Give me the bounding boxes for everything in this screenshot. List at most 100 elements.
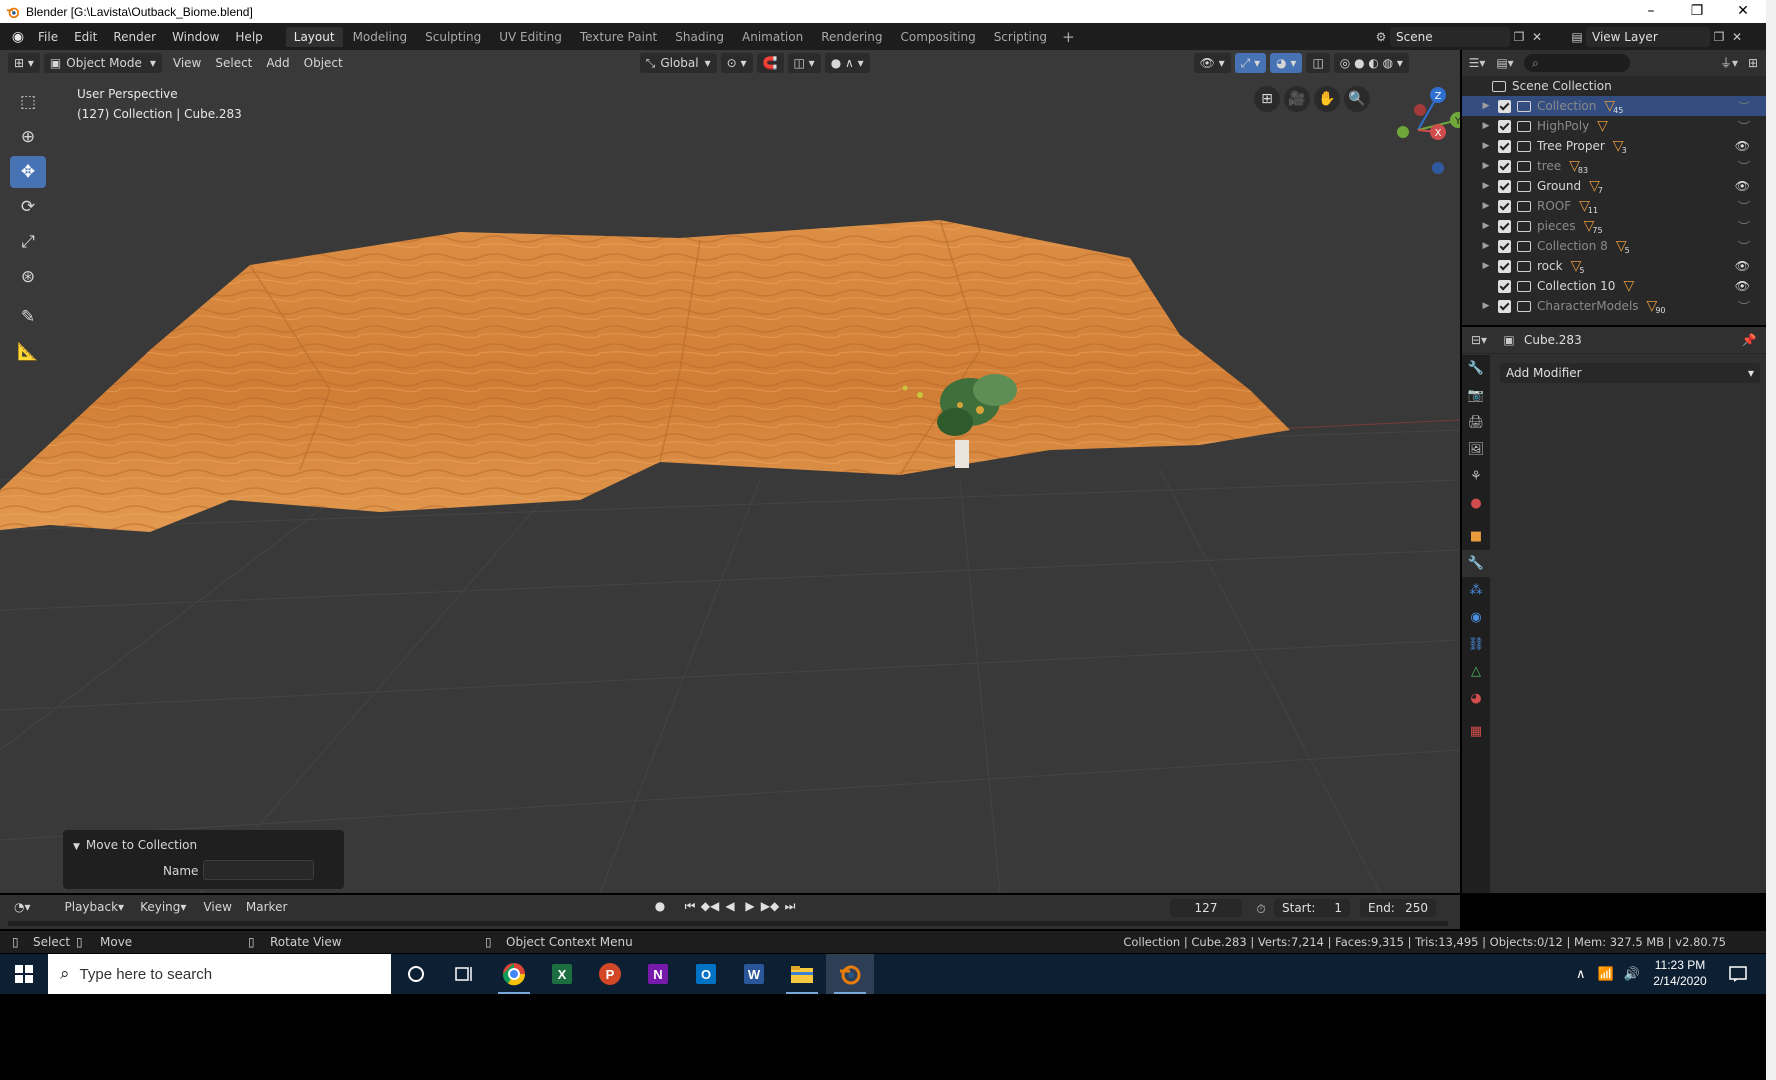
scene-tab-icon[interactable]: ⚘ xyxy=(1462,463,1490,490)
excel-icon[interactable]: X xyxy=(538,954,586,994)
transform-orientation-dropdown[interactable]: ⤡ Global ▾ xyxy=(639,53,717,73)
volume-icon[interactable]: 🔊 xyxy=(1624,967,1640,982)
timeline-scrubber[interactable] xyxy=(8,921,1448,926)
exclude-checkbox[interactable] xyxy=(1498,279,1511,293)
tab-layout[interactable]: Layout xyxy=(285,26,343,47)
outliner-row[interactable]: ▶ CharacterModels ▽ 90 ︶ xyxy=(1462,296,1766,316)
outliner-row[interactable]: ▶ ROOF ▽ 11 ︶ xyxy=(1462,196,1766,216)
blender-taskbar-icon[interactable] xyxy=(826,954,874,994)
exclude-checkbox[interactable] xyxy=(1498,199,1511,213)
menu-edit[interactable]: Edit xyxy=(66,30,105,44)
shading-modes[interactable]: ◎ ● ◐ ◍ ▾ xyxy=(1333,53,1409,73)
tray-chevron-icon[interactable]: ∧ xyxy=(1576,967,1586,982)
tab-scripting[interactable]: Scripting xyxy=(986,27,1055,47)
outliner-row[interactable]: ▶ Collection ▽ 45 ︶ xyxy=(1462,96,1766,116)
onenote-icon[interactable]: N xyxy=(634,954,682,994)
3d-viewport[interactable]: ⊞ ▾ ▣ Object Mode ▾ View Select Add Object… xyxy=(0,50,1460,893)
menu-view[interactable]: View xyxy=(166,56,208,70)
menu-window[interactable]: Window xyxy=(164,30,227,44)
tab-rendering[interactable]: Rendering xyxy=(813,27,890,47)
play-icon[interactable]: ▶ xyxy=(740,899,760,914)
view-layer-field[interactable]: View Layer xyxy=(1586,26,1710,47)
new-scene-icon[interactable]: ❐ xyxy=(1510,28,1528,46)
new-collection-icon[interactable]: ⊞ xyxy=(1744,54,1762,72)
tab-compositing[interactable]: Compositing xyxy=(892,27,983,47)
mode-dropdown[interactable]: ▣ Object Mode ▾ xyxy=(43,53,162,73)
pivot-dropdown[interactable]: ⊙ ▾ xyxy=(720,53,753,73)
gizmo-toggle[interactable]: ⤢ ▾ xyxy=(1234,53,1267,73)
tab-uv-editing[interactable]: UV Editing xyxy=(491,27,570,47)
scene-field[interactable]: Scene xyxy=(1390,26,1510,47)
measure-tool-icon[interactable]: 📐 xyxy=(10,336,46,368)
render-tab-icon[interactable]: 📷 xyxy=(1462,382,1490,409)
eye-closed-icon[interactable]: ︶ xyxy=(1738,98,1750,115)
redo-panel[interactable]: ▼ Move to Collection Name xyxy=(63,830,344,889)
constraints-tab-icon[interactable]: ⛓ xyxy=(1462,631,1490,658)
close-button[interactable]: ✕ xyxy=(1720,0,1766,23)
restore-button[interactable]: ❐ xyxy=(1674,0,1720,23)
move-tool-icon[interactable]: ✥ xyxy=(10,156,46,188)
taskbar-search[interactable]: ⌕ Type here to search xyxy=(48,954,391,994)
eye-open-icon[interactable]: 👁 xyxy=(1735,259,1750,273)
current-frame-field[interactable]: 127 xyxy=(1170,899,1242,917)
jump-start-icon[interactable]: ⏮ xyxy=(680,899,700,914)
pin-icon[interactable]: 📌 xyxy=(1740,331,1758,349)
menu-render[interactable]: Render xyxy=(105,30,164,44)
overlay-toggle[interactable]: ◕ ▾ xyxy=(1270,53,1303,73)
timeline-editor-icon[interactable]: ◔▾ xyxy=(8,897,37,917)
add-workspace-icon[interactable]: + xyxy=(1056,28,1081,46)
cortana-icon[interactable] xyxy=(392,954,440,994)
notifications-icon[interactable] xyxy=(1716,954,1760,994)
world-tab-icon[interactable]: ● xyxy=(1462,490,1490,517)
expand-arrow-icon[interactable]: ▶ xyxy=(1480,241,1492,251)
outliner-editor-icon[interactable]: ☰▾ xyxy=(1468,54,1486,72)
menu-add[interactable]: Add xyxy=(259,56,296,70)
snap-dropdown[interactable]: ◫ ▾ xyxy=(787,53,821,73)
terrain-mesh[interactable] xyxy=(0,219,1290,532)
grid-view-icon[interactable]: ⊞ xyxy=(1254,86,1280,112)
pan-hand-icon[interactable]: ✋ xyxy=(1314,86,1340,112)
tab-modeling[interactable]: Modeling xyxy=(345,27,416,47)
expand-arrow-icon[interactable]: ▶ xyxy=(1480,261,1492,271)
outliner-search-input[interactable]: ⌕ xyxy=(1524,54,1630,72)
expand-arrow-icon[interactable]: ▶ xyxy=(1480,101,1492,111)
menu-timeline-view[interactable]: View xyxy=(196,900,238,914)
eye-open-icon[interactable]: 👁 xyxy=(1735,139,1750,153)
display-mode-icon[interactable]: ▤▾ xyxy=(1496,54,1514,72)
exclude-checkbox[interactable] xyxy=(1498,239,1511,253)
jump-end-icon[interactable]: ⏭ xyxy=(780,899,800,914)
select-box-tool-icon[interactable]: ⬚ xyxy=(10,86,46,118)
exclude-checkbox[interactable] xyxy=(1498,159,1511,173)
expand-arrow-icon[interactable]: ▶ xyxy=(1480,201,1492,211)
texture-tab-icon[interactable]: ▦ xyxy=(1462,718,1490,745)
tab-sculpting[interactable]: Sculpting xyxy=(417,27,489,47)
particles-tab-icon[interactable]: ⁂ xyxy=(1462,577,1490,604)
outliner-row[interactable]: ▶ Tree Proper ▽ 3 👁 xyxy=(1462,136,1766,156)
xray-toggle[interactable]: ◫ xyxy=(1306,53,1330,73)
powerpoint-icon[interactable]: P xyxy=(586,954,634,994)
scene-selector[interactable]: ⚙ Scene ❐ ✕ xyxy=(1372,26,1562,47)
word-icon[interactable]: W xyxy=(730,954,778,994)
tool-tab-icon[interactable]: 🔧 xyxy=(1462,355,1490,382)
expand-arrow-icon[interactable]: ▶ xyxy=(1480,161,1492,171)
eye-closed-icon[interactable]: ︶ xyxy=(1738,238,1750,255)
physics-tab-icon[interactable]: ◉ xyxy=(1462,604,1490,631)
exclude-checkbox[interactable] xyxy=(1498,179,1511,193)
outlook-icon[interactable]: O xyxy=(682,954,730,994)
outliner-row[interactable]: Collection 10 ▽ 👁 xyxy=(1462,276,1766,296)
outliner-row[interactable]: ▶ Ground ▽ 7 👁 xyxy=(1462,176,1766,196)
rotate-tool-icon[interactable]: ⟳ xyxy=(10,191,46,223)
scene-collection-row[interactable]: Scene Collection xyxy=(1462,76,1766,96)
expand-arrow-icon[interactable]: ▶ xyxy=(1480,301,1492,311)
view-layer-tab-icon[interactable]: 🖼 xyxy=(1462,436,1490,463)
proportional-edit-toggle[interactable]: ● ∧ ▾ xyxy=(824,53,870,73)
outliner-row[interactable]: ▶ Collection 8 ▽ 5 ︶ xyxy=(1462,236,1766,256)
modifier-tab-icon[interactable]: 🔧 xyxy=(1462,550,1490,577)
annotate-tool-icon[interactable]: ✎ xyxy=(10,301,46,333)
viewport-scene[interactable] xyxy=(0,50,1460,893)
view-layer-selector[interactable]: ▤ View Layer ❐ ✕ xyxy=(1568,26,1758,47)
new-view-layer-icon[interactable]: ❐ xyxy=(1710,28,1728,46)
menu-help[interactable]: Help xyxy=(227,30,270,44)
zoom-icon[interactable]: 🔍 xyxy=(1344,86,1370,112)
filter-icon[interactable]: ⏚▾ xyxy=(1720,54,1738,72)
